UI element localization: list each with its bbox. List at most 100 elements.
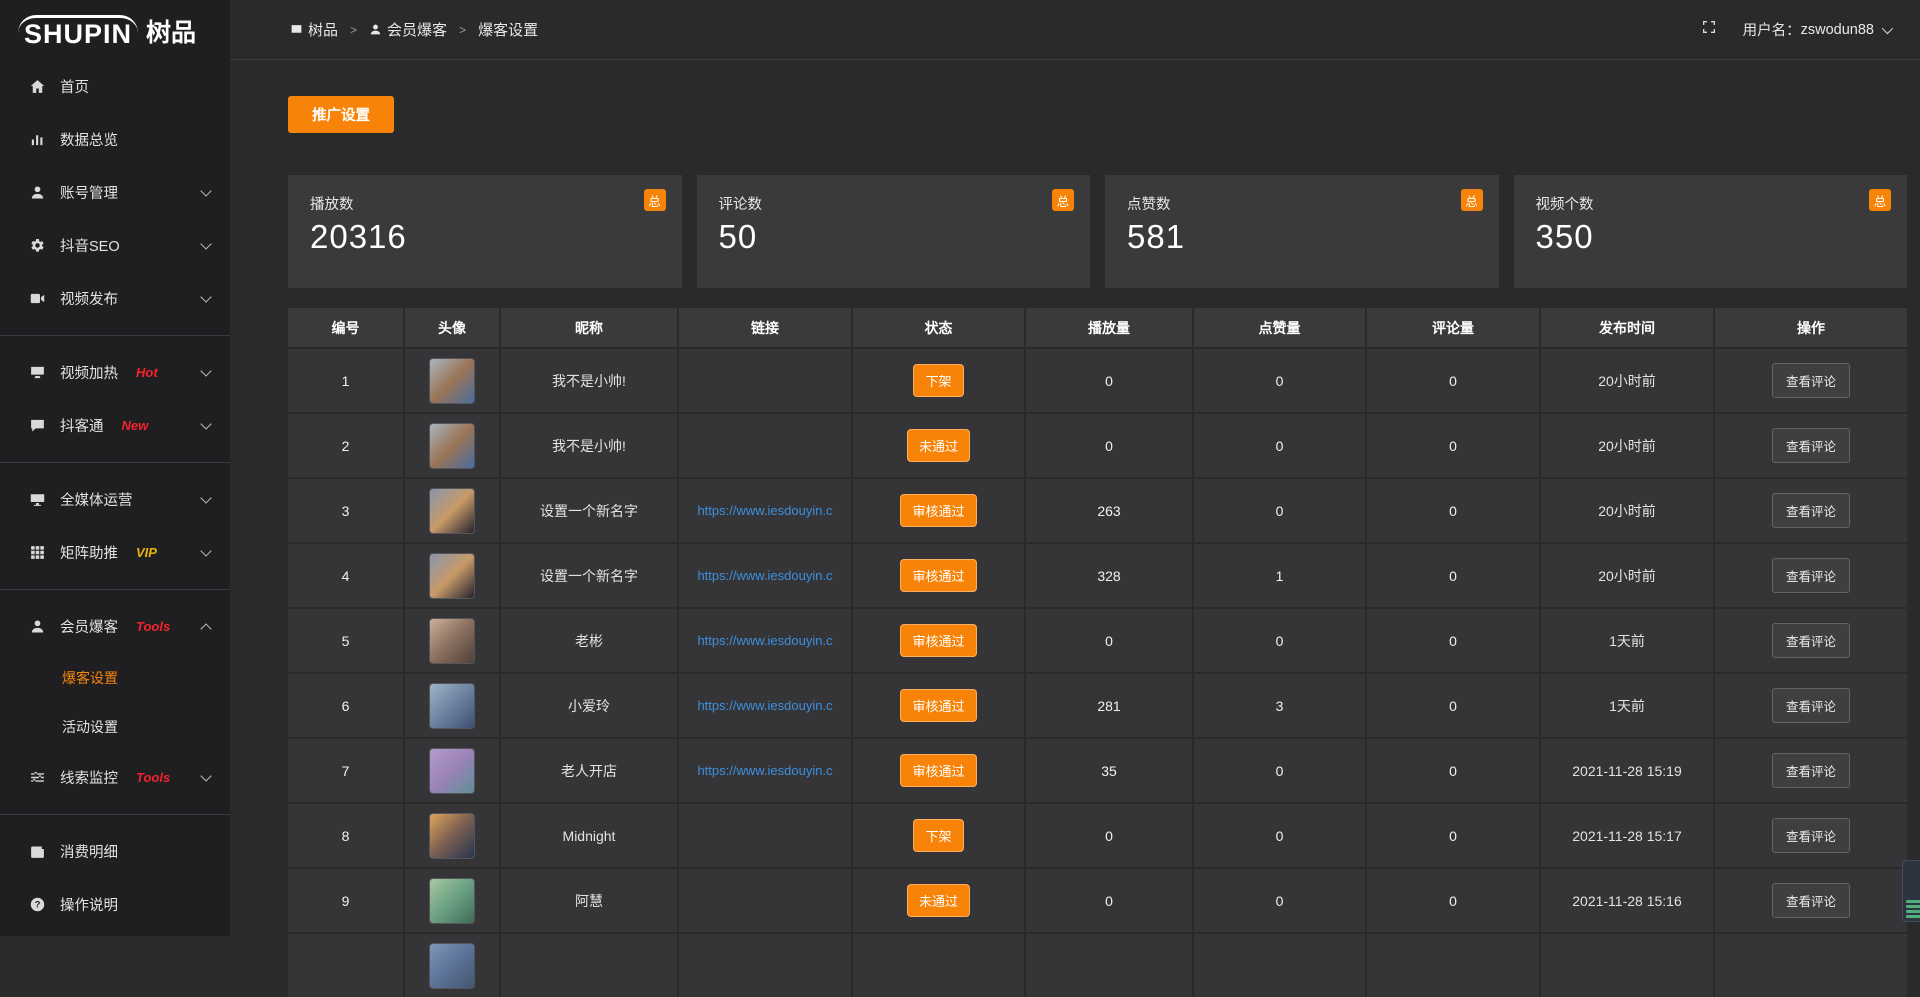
view-comments-button[interactable]: 查看评论 [1772,558,1850,593]
sidebar-item-doukeTong[interactable]: 抖客通 New [0,399,230,452]
sidebar-item-help[interactable]: ? 操作说明 [0,878,230,931]
video-link[interactable]: https://www.iesdouyin.c [679,698,851,713]
cell-link: https://www.iesdouyin.c [679,674,851,737]
view-comments-button[interactable]: 查看评论 [1772,883,1850,918]
cell-id: 4 [288,544,403,607]
sidebar-item-matrix-boost[interactable]: 矩阵助推 VIP [0,526,230,579]
sidebar-item-account-mgmt[interactable]: 账号管理 [0,166,230,219]
sidebar-item-member-baoke[interactable]: 会员爆客 Tools [0,600,230,653]
cell-link: https://www.iesdouyin.c [679,739,851,802]
total-badge: 总 [1052,189,1074,211]
sidebar-divider [0,335,230,336]
cell-nickname: 设置一个新名字 [501,479,677,542]
cell-time: 2021-11-28 15:17 [1541,804,1713,867]
avatar [429,943,475,989]
stat-card-plays: 播放数 20316 总 [288,175,682,288]
cell-plays: 0 [1026,609,1192,672]
stat-value: 581 [1127,218,1477,256]
view-comments-button[interactable]: 查看评论 [1772,363,1850,398]
col-header-actions: 操作 [1715,308,1907,347]
stat-value: 20316 [310,218,660,256]
status-badge: 未通过 [907,884,970,917]
stat-value: 350 [1536,218,1886,256]
cell-time: 2021-11-28 15:19 [1541,739,1713,802]
sidebar-subitem-baoke-settings[interactable]: 爆客设置 [0,653,230,702]
sidebar-item-data-overview[interactable]: 数据总览 [0,113,230,166]
view-comments-button[interactable]: 查看评论 [1772,623,1850,658]
sidebar-item-spend-detail[interactable]: 消费明细 [0,825,230,878]
view-comments-button[interactable]: 查看评论 [1772,753,1850,788]
stat-card-likes: 点赞数 581 总 [1105,175,1499,288]
user-icon [369,23,382,36]
cell-id: 7 [288,739,403,802]
sidebar-item-home[interactable]: 首页 [0,60,230,113]
video-link[interactable]: https://www.iesdouyin.c [679,503,851,518]
cell-comments: 0 [1367,544,1539,607]
logo-text-en: SHUPIN [18,15,138,48]
avatar [429,683,475,729]
cell-id: 9 [288,869,403,932]
cell-comments: 0 [1367,869,1539,932]
video-link[interactable]: https://www.iesdouyin.c [679,633,851,648]
cell-link [679,349,851,412]
username-value: zswodun88 [1801,22,1874,38]
chevron-down-icon [200,291,211,302]
sidebar-item-video-publish[interactable]: 视频发布 [0,272,230,325]
breadcrumb-separator: > [459,23,466,37]
gear-icon [28,237,46,255]
cell-comments [1367,934,1539,997]
cell-link: https://www.iesdouyin.c [679,609,851,672]
cell-status: 审核通过 [853,609,1024,672]
cell-link: https://www.iesdouyin.c [679,544,851,607]
view-comments-button[interactable]: 查看评论 [1772,818,1850,853]
chevron-down-icon [200,545,211,556]
avatar [429,618,475,664]
chevron-down-icon [200,238,211,249]
view-comments-button[interactable]: 查看评论 [1772,428,1850,463]
chevron-down-icon [200,185,211,196]
col-header-plays: 播放量 [1026,308,1192,347]
status-badge: 未通过 [907,429,970,462]
view-comments-button[interactable]: 查看评论 [1772,493,1850,528]
cell-nickname: 我不是小帅! [501,414,677,477]
sidebar-item-all-media[interactable]: 全媒体运营 [0,473,230,526]
cell-time: 2021-11-28 15:16 [1541,869,1713,932]
video-link[interactable]: https://www.iesdouyin.c [679,568,851,583]
sidebar-item-video-heating[interactable]: 视频加热 Hot [0,346,230,399]
video-link[interactable]: https://www.iesdouyin.c [679,763,851,778]
cell-id: 5 [288,609,403,672]
col-header-comments: 评论量 [1367,308,1539,347]
sidebar-item-douyin-seo[interactable]: 抖音SEO [0,219,230,272]
cell-time: 20小时前 [1541,479,1713,542]
username-label: 用户名： [1743,19,1801,40]
status-badge: 下架 [913,819,963,852]
breadcrumb-member[interactable]: 会员爆客 [369,19,447,40]
cell-avatar [405,869,499,932]
cell-link [679,804,851,867]
logo: SHUPIN 树品 [18,8,212,54]
col-header-nickname: 昵称 [501,308,677,347]
status-badge: 审核通过 [900,624,976,657]
topbar-right: 用户名： zswodun88 [1701,19,1890,40]
user-menu[interactable]: 用户名： zswodun88 [1743,19,1890,40]
cell-id: 6 [288,674,403,737]
col-header-link: 链接 [679,308,851,347]
question-circle-icon: ? [28,896,46,914]
chevron-down-icon [200,365,211,376]
floating-helper-widget[interactable] [1902,860,1920,922]
cell-status: 下架 [853,349,1024,412]
cell-comments: 0 [1367,349,1539,412]
cell-status: 未通过 [853,414,1024,477]
cell-nickname: 设置一个新名字 [501,544,677,607]
sidebar-item-clue-monitor[interactable]: 线索监控 Tools [0,751,230,804]
video-table: 编号 头像 昵称 链接 状态 播放量 点赞量 评论量 发布时间 操作 1 我不是… [288,308,1907,997]
breadcrumb-home[interactable]: 树品 [290,19,338,40]
promo-settings-button[interactable]: 推广设置 [288,96,394,133]
cell-link [679,869,851,932]
cell-id: 3 [288,479,403,542]
view-comments-button[interactable]: 查看评论 [1772,688,1850,723]
sidebar-subitem-activity-settings[interactable]: 活动设置 [0,702,230,751]
stat-value: 50 [719,218,1069,256]
total-badge: 总 [1869,189,1891,211]
fullscreen-icon[interactable] [1701,19,1717,40]
